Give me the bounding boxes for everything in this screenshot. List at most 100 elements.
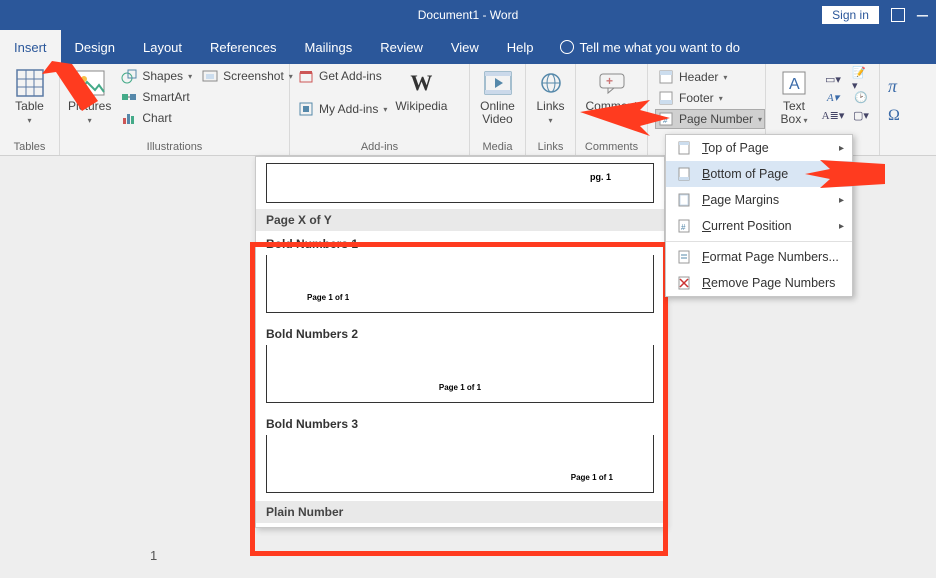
pictures-button[interactable]: Pictures▾ — [68, 68, 111, 126]
tell-me-search[interactable]: Tell me what you want to do — [548, 40, 740, 55]
online-video-button[interactable]: Online Video — [478, 68, 517, 126]
group-tables-label: Tables — [8, 139, 51, 155]
gallery-preview-current[interactable]: pg. 1 — [266, 163, 654, 203]
tab-view[interactable]: View — [437, 30, 493, 64]
submenu-arrow-icon: ▸ — [839, 221, 844, 232]
header-button[interactable]: Header▾ — [656, 68, 764, 86]
gallery-item-label: Bold Numbers 3 — [256, 411, 664, 433]
comment-button[interactable]: + Comment — [584, 68, 639, 113]
group-illustrations-label: Illustrations — [68, 139, 281, 155]
links-button[interactable]: Links▾ — [534, 68, 567, 126]
store-icon — [298, 68, 314, 84]
group-comments-label: Comments — [584, 139, 639, 155]
window-title: Document1 - Word — [418, 8, 518, 22]
menu-format-page-numbers[interactable]: Format Page Numbers... — [666, 244, 852, 270]
tab-references[interactable]: References — [196, 30, 290, 64]
svg-text:#: # — [663, 116, 668, 125]
comment-label: Comment — [585, 100, 637, 113]
menu-format-label: ormat Page Numbers... — [710, 250, 839, 264]
gallery-item-text: Page 1 of 1 — [439, 383, 481, 392]
gallery-item-label: Bold Numbers 1 — [256, 231, 664, 253]
submenu-arrow-icon: ▸ — [839, 169, 844, 180]
shapes-button[interactable]: Shapes▾ — [121, 68, 192, 84]
tab-review[interactable]: Review — [366, 30, 437, 64]
textbox-button[interactable]: A Text Box ▾ — [774, 68, 814, 126]
menu-current-label: urrent Position — [711, 219, 792, 233]
tab-layout[interactable]: Layout — [129, 30, 196, 64]
gallery-item-text: Page 1 of 1 — [571, 473, 613, 482]
links-label: Links — [536, 99, 564, 113]
sign-in-button[interactable]: Sign in — [822, 6, 879, 24]
table-icon — [15, 68, 45, 98]
get-addins-label: Get Add-ins — [319, 69, 382, 83]
group-links-label: Links — [534, 139, 567, 155]
gallery-item-bold-numbers-2[interactable]: Page 1 of 1 — [266, 345, 654, 403]
shapes-label: Shapes — [142, 69, 183, 83]
wordart-button[interactable]: A▾ — [824, 90, 842, 104]
wikipedia-button[interactable]: W Wikipedia — [397, 68, 445, 113]
footer-icon — [658, 90, 674, 106]
menu-bottom-of-page[interactable]: Bottom of Page ▸ — [666, 161, 852, 187]
object-button[interactable]: ▢▾ — [852, 108, 870, 122]
menu-top-label: op of Page — [708, 141, 768, 155]
my-addins-button[interactable]: My Add-ins ▾ — [298, 101, 387, 117]
submenu-arrow-icon: ▸ — [839, 143, 844, 154]
gallery-preview-text: pg. 1 — [590, 172, 611, 182]
tell-me-label: Tell me what you want to do — [580, 40, 740, 55]
drop-cap-button[interactable]: A≣▾ — [824, 108, 842, 122]
online-video-label: Online Video — [480, 100, 515, 126]
screenshot-icon — [202, 68, 218, 84]
equation-button[interactable]: π — [888, 76, 902, 97]
gallery-category-plain-number: Plain Number — [256, 501, 664, 523]
gallery-item-text: Page 1 of 1 — [307, 293, 349, 302]
wikipedia-icon: W — [406, 68, 436, 98]
table-label: Table — [15, 99, 44, 113]
menu-margins-label: age Margins — [710, 193, 779, 207]
video-icon — [483, 68, 513, 98]
menu-page-margins[interactable]: Page Margins ▸ — [666, 187, 852, 213]
page-number-button[interactable]: # Page Number▾ — [656, 110, 764, 128]
menu-current-position[interactable]: # Current Position ▸ — [666, 213, 852, 239]
svg-text:A: A — [789, 76, 800, 93]
quick-parts-button[interactable]: ▭▾ — [824, 72, 842, 86]
gallery-item-bold-numbers-1[interactable]: Page 1 of 1 — [266, 255, 654, 313]
page-top-icon — [676, 140, 692, 156]
footer-button[interactable]: Footer▾ — [656, 89, 764, 107]
page-number-gallery[interactable]: pg. 1 ▴ Page X of Y Bold Numbers 1 Page … — [255, 156, 665, 528]
menu-remove-page-numbers[interactable]: Remove Page Numbers — [666, 270, 852, 296]
pictures-label: Pictures — [68, 99, 111, 113]
page-number-label: Page Number — [679, 112, 753, 126]
header-icon — [658, 69, 674, 85]
page-number-menu: Top of Page ▸ Bottom of Page ▸ Page Marg… — [665, 134, 853, 297]
tab-design[interactable]: Design — [61, 30, 129, 64]
date-time-button[interactable]: 🕑 — [852, 90, 870, 104]
smartart-button[interactable]: SmartArt — [121, 89, 192, 105]
menu-remove-label: emove Page Numbers — [711, 276, 835, 290]
restore-window-icon[interactable] — [891, 8, 905, 22]
tab-help[interactable]: Help — [493, 30, 548, 64]
get-addins-button[interactable]: Get Add-ins — [298, 68, 387, 84]
menu-top-of-page[interactable]: Top of Page ▸ — [666, 135, 852, 161]
smartart-icon — [121, 89, 137, 105]
chart-icon — [121, 110, 137, 126]
tab-insert[interactable]: Insert — [0, 30, 61, 64]
screenshot-button[interactable]: Screenshot▾ — [202, 68, 293, 84]
submenu-arrow-icon: ▸ — [839, 195, 844, 206]
symbol-button[interactable]: Ω — [888, 107, 902, 125]
svg-text:+: + — [606, 74, 613, 88]
footer-label: Footer — [679, 91, 714, 105]
chart-label: Chart — [142, 111, 171, 125]
shapes-icon — [121, 68, 137, 84]
comment-icon: + — [597, 68, 627, 98]
my-addins-label: My Add-ins — [319, 102, 378, 116]
table-button[interactable]: Table▾ — [8, 68, 51, 126]
tab-mailings[interactable]: Mailings — [291, 30, 367, 64]
header-label: Header — [679, 70, 718, 84]
signature-button[interactable]: 📝▾ — [852, 72, 870, 86]
pictures-icon — [75, 68, 105, 98]
screenshot-label: Screenshot — [223, 69, 284, 83]
format-icon — [676, 249, 692, 265]
gallery-item-bold-numbers-3[interactable]: Page 1 of 1 — [266, 435, 654, 493]
minimize-icon[interactable]: – — [917, 10, 928, 20]
chart-button[interactable]: Chart — [121, 110, 192, 126]
